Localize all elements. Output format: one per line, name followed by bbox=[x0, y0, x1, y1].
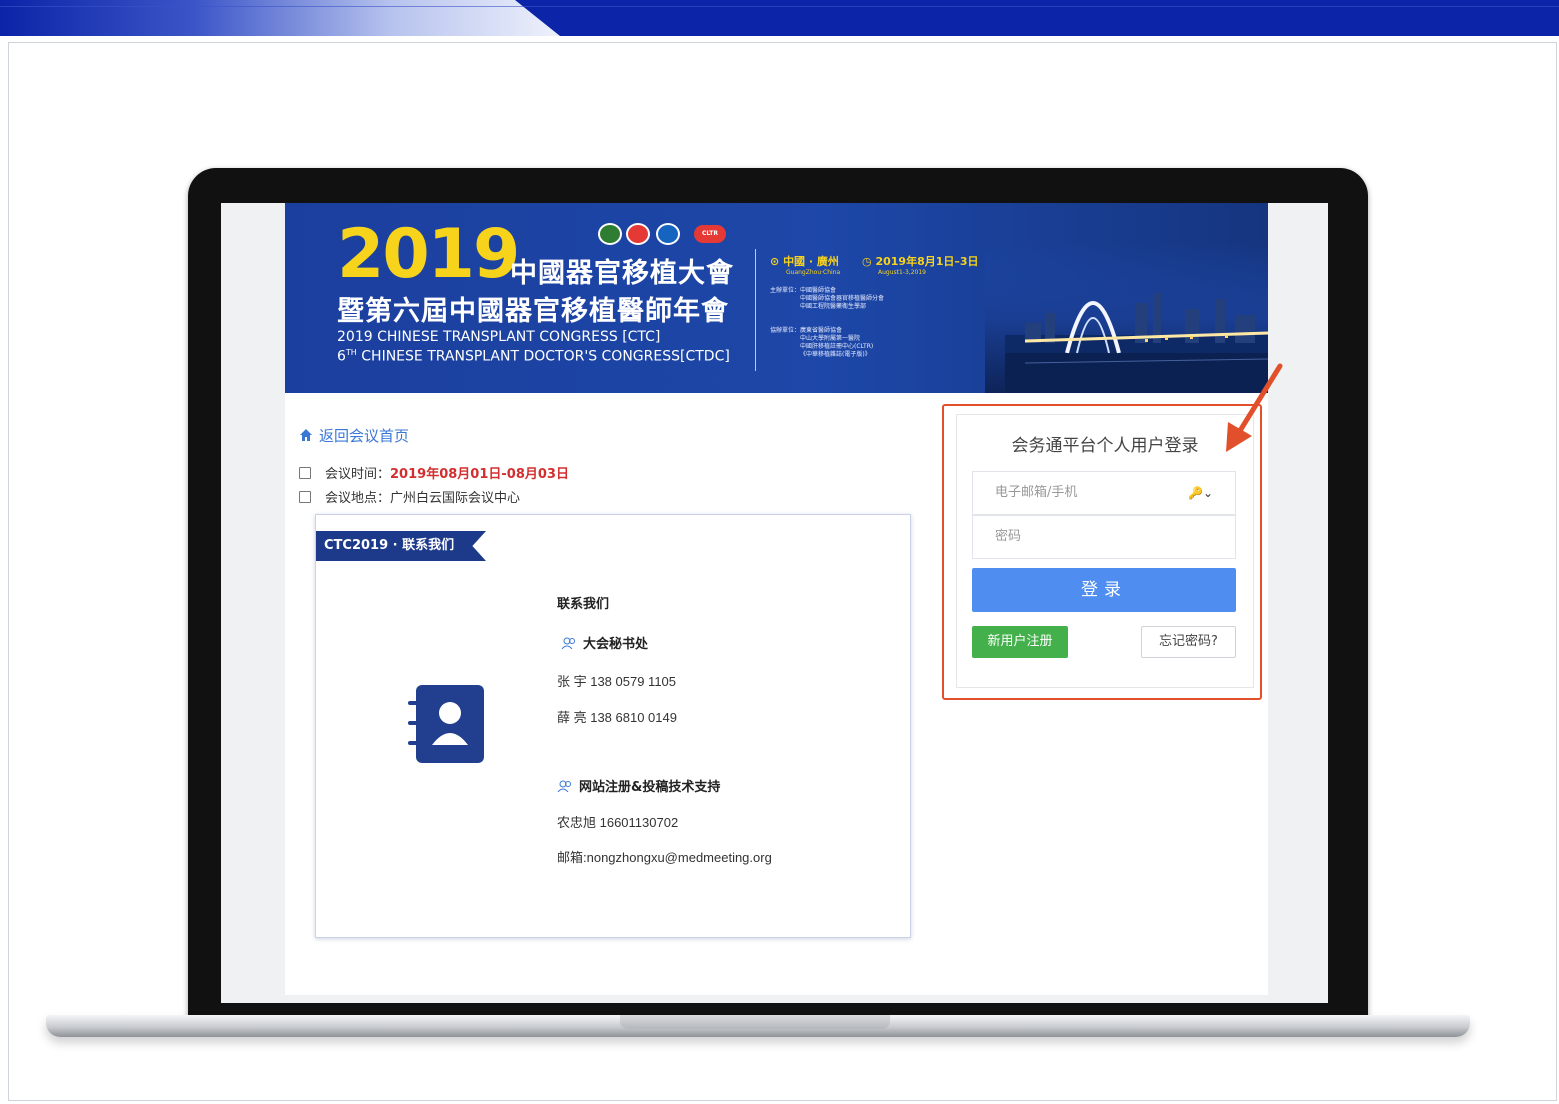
map-icon bbox=[299, 491, 311, 503]
banner-title-cn-1: 中國器官移植大會 bbox=[510, 258, 734, 289]
meeting-time-value: 2019年08月01日-08月03日 bbox=[390, 467, 569, 482]
key-dropdown-icon[interactable]: 🔑⌄ bbox=[1188, 472, 1213, 514]
slide-header-band bbox=[0, 0, 1559, 36]
conference-webpage: 2019 CLTR 中國器官移植大會 暨第六屆中國器官移植醫師年會 2019 C… bbox=[285, 203, 1268, 995]
secretariat-heading: 大会秘书处 bbox=[561, 633, 648, 652]
register-button[interactable]: 新用户注册 bbox=[972, 626, 1068, 658]
co-organizer-list: 協辦單位：廣東省醫師協會 中山大學附屬第一醫院 中國肝移植註冊中心(CLTR) … bbox=[770, 327, 873, 359]
sponsor-logos: CLTR bbox=[598, 221, 738, 249]
login-button[interactable]: 登录 bbox=[972, 568, 1236, 612]
support-email: 邮箱:nongzhongxu@medmeeting.org bbox=[557, 850, 772, 865]
contact-heading: 联系我们 bbox=[557, 597, 610, 612]
banner-location-en: GuangZhou·China bbox=[786, 269, 841, 276]
organizer-list: 主辦單位：中國醫師協會 中國醫師協會器官移植醫師分會 中國工程院醫藥衛生學部 bbox=[770, 287, 884, 311]
organizer-line: 中國醫師協會器官移植醫師分會 bbox=[800, 295, 885, 302]
organizer-line: 中國工程院醫藥衛生學部 bbox=[800, 303, 867, 310]
banner-title-en-2-rest: CHINESE TRANSPLANT DOCTOR'S CONGRESS[CTD… bbox=[356, 348, 730, 365]
banner-title-cn-2: 暨第六屆中國器官移植醫師年會 bbox=[337, 296, 729, 327]
meeting-time-row: 会议时间：2019年08月01日-08月03日 bbox=[299, 463, 569, 482]
organizer-line: 主辦單位：中國醫師協會 bbox=[770, 287, 837, 294]
contact-person-1: 张 宇 138 0579 1105 bbox=[557, 674, 677, 689]
secretariat-label: 大会秘书处 bbox=[583, 637, 649, 652]
banner-title-en-2-number: 6 bbox=[337, 348, 346, 365]
banner-title-en-2: 6TH CHINESE TRANSPLANT DOCTOR'S CONGRESS… bbox=[337, 348, 730, 365]
people-icon bbox=[561, 637, 575, 649]
meeting-place-label: 会议地点： bbox=[325, 491, 391, 506]
society-logo-icon bbox=[626, 223, 650, 245]
support-person: 农忠旭 16601130702 bbox=[557, 815, 679, 830]
annotation-arrow-icon bbox=[1226, 363, 1283, 452]
meeting-time-label: 会议时间： bbox=[325, 467, 391, 482]
address-book-icon bbox=[408, 685, 484, 763]
cltr-logo-icon: CLTR bbox=[694, 225, 726, 243]
banner-dates-en: August1-3,2019 bbox=[878, 269, 926, 276]
slide-header-rule bbox=[0, 6, 1559, 7]
login-panel: 会务通平台个人用户登录 电子邮箱/手机 🔑⌄ 密码 登录 新用户注册 忘记密码? bbox=[956, 414, 1254, 688]
password-input-placeholder: 密码 bbox=[995, 529, 1022, 544]
support-label: 网站注册&投稿技术支持 bbox=[579, 780, 721, 795]
account-input[interactable]: 电子邮箱/手机 🔑⌄ bbox=[972, 471, 1236, 515]
banner-location: ⊙ 中國 · 廣州 GuangZhou·China bbox=[770, 253, 840, 276]
banner-year: 2019 bbox=[337, 215, 520, 294]
password-input[interactable]: 密码 bbox=[972, 515, 1236, 559]
banner-divider bbox=[755, 249, 756, 371]
forgot-password-button[interactable]: 忘记密码? bbox=[1141, 626, 1236, 658]
meeting-place-value: 广州白云国际会议中心 bbox=[390, 491, 521, 506]
contact-us-card: CTC2019 · 联系我们 联系我们 大会秘书处 张 宇 138 0579 1… bbox=[315, 514, 911, 938]
banner-title-en-2-sup: TH bbox=[345, 348, 357, 357]
back-to-homepage-link[interactable]: 返回会议首页 bbox=[299, 425, 409, 446]
association-logo-icon bbox=[598, 223, 622, 245]
clock-icon: ◷ bbox=[862, 255, 872, 268]
contact-person-2: 薛 亮 138 6810 0149 bbox=[557, 710, 677, 725]
co-organizer-line: 協辦單位：廣東省醫師協會 bbox=[770, 327, 843, 334]
login-title: 会务通平台个人用户登录 bbox=[1011, 436, 1199, 456]
laptop-screen: 2019 CLTR 中國器官移植大會 暨第六屆中國器官移植醫師年會 2019 C… bbox=[221, 203, 1328, 1003]
academy-logo-icon bbox=[656, 223, 680, 245]
banner-dates: ◷ 2019年8月1日–3日 August1-3,2019 bbox=[862, 253, 979, 276]
back-link-label: 返回会议首页 bbox=[319, 427, 410, 445]
conference-banner: 2019 CLTR 中國器官移植大會 暨第六屆中國器官移植醫師年會 2019 C… bbox=[285, 203, 1268, 393]
home-icon bbox=[300, 429, 312, 441]
support-heading: 网站注册&投稿技术支持 bbox=[557, 776, 720, 795]
banner-title-en-1: 2019 CHINESE TRANSPLANT CONGRESS [CTC] bbox=[337, 329, 661, 345]
co-organizer-line: 中國肝移植註冊中心(CLTR) bbox=[800, 343, 874, 350]
people-icon bbox=[557, 780, 571, 792]
laptop-hinge-notch bbox=[620, 1015, 890, 1029]
account-input-placeholder: 电子邮箱/手机 bbox=[995, 485, 1078, 500]
co-organizer-line: 《中華移植雜誌(電子版)》 bbox=[800, 351, 871, 358]
banner-location-text: 中國 · 廣州 bbox=[783, 255, 839, 268]
meeting-place-row: 会议地点：广州白云国际会议中心 bbox=[299, 487, 520, 506]
banner-dates-text: 2019年8月1日–3日 bbox=[875, 255, 979, 268]
calendar-icon bbox=[299, 467, 311, 479]
contact-ribbon: CTC2019 · 联系我们 bbox=[316, 531, 486, 561]
location-pin-icon: ⊙ bbox=[770, 255, 780, 268]
co-organizer-line: 中山大學附屬第一醫院 bbox=[800, 335, 861, 342]
